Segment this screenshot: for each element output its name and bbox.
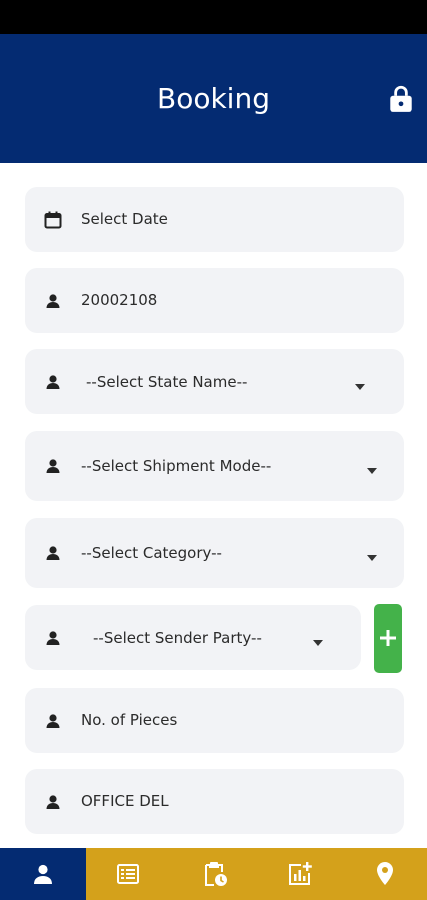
nav-item-list[interactable] xyxy=(86,848,170,900)
id-field[interactable]: 20002108 xyxy=(25,268,404,333)
bottom-nav xyxy=(0,848,427,900)
date-field[interactable]: Select Date xyxy=(25,187,404,252)
person-icon xyxy=(44,292,62,310)
calendar-icon xyxy=(44,211,62,229)
person-icon xyxy=(44,457,62,475)
add-sender-party-button[interactable] xyxy=(374,604,402,673)
shipment-mode-value: --Select Shipment Mode-- xyxy=(81,457,272,475)
chevron-down-icon xyxy=(365,549,379,561)
nav-item-profile[interactable] xyxy=(0,848,84,900)
category-select[interactable]: --Select Category-- xyxy=(25,518,404,588)
nav-item-location[interactable] xyxy=(343,848,427,900)
pieces-placeholder: No. of Pieces xyxy=(81,711,178,729)
category-value: --Select Category-- xyxy=(81,544,222,562)
chevron-down-icon xyxy=(365,462,379,474)
page-title: Booking xyxy=(157,82,270,115)
person-icon xyxy=(44,629,62,647)
person-icon xyxy=(44,544,62,562)
sender-party-value: --Select Sender Party-- xyxy=(93,629,262,647)
person-icon xyxy=(44,373,62,391)
nav-item-clipboard[interactable] xyxy=(171,848,255,900)
lock-icon[interactable] xyxy=(388,84,414,114)
person-icon xyxy=(44,793,62,811)
date-placeholder: Select Date xyxy=(81,210,168,228)
office-value: OFFICE DEL xyxy=(81,792,169,810)
id-value: 20002108 xyxy=(81,291,158,309)
shipment-mode-select[interactable]: --Select Shipment Mode-- xyxy=(25,431,404,501)
person-icon xyxy=(44,712,62,730)
pieces-field[interactable]: No. of Pieces xyxy=(25,688,404,753)
sender-party-select[interactable]: --Select Sender Party-- xyxy=(25,605,361,670)
state-select[interactable]: --Select State Name-- xyxy=(25,349,404,414)
state-select-value: --Select State Name-- xyxy=(86,373,248,391)
nav-item-reports[interactable] xyxy=(257,848,341,900)
chevron-down-icon xyxy=(311,634,325,646)
chevron-down-icon xyxy=(353,378,367,390)
status-bar xyxy=(0,0,427,34)
office-field[interactable]: OFFICE DEL xyxy=(25,769,404,834)
